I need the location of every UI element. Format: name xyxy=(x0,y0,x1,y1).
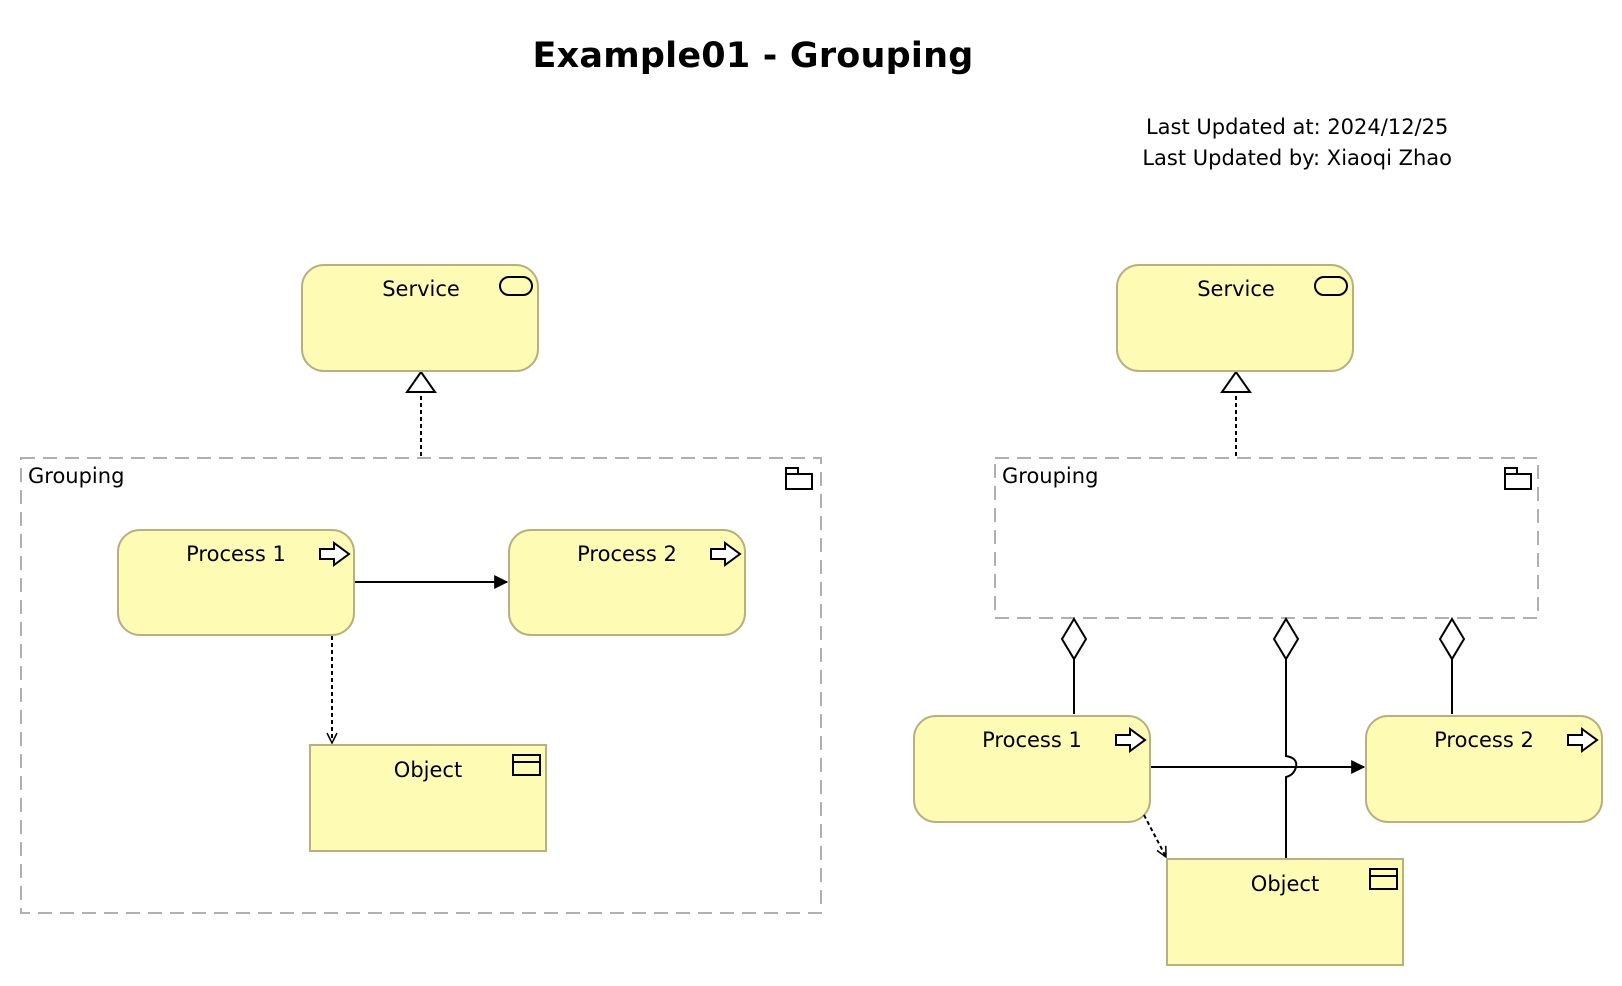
right-process2-label: Process 2 xyxy=(1434,728,1534,752)
right-aggregation-process1[interactable] xyxy=(1060,617,1088,714)
right-grouping[interactable]: Grouping xyxy=(994,457,1539,619)
left-grouping-label: Grouping xyxy=(28,464,124,488)
left-service-node[interactable]: Service xyxy=(301,264,539,372)
right-process1-node[interactable]: Process 1 xyxy=(913,715,1151,823)
right-access-relation[interactable] xyxy=(1143,814,1167,857)
right-process2-node[interactable]: Process 2 xyxy=(1365,715,1603,823)
left-process1-node[interactable]: Process 1 xyxy=(117,529,355,636)
left-object-node[interactable]: Object xyxy=(309,744,547,852)
right-grouping-label: Grouping xyxy=(1002,464,1098,488)
right-realization-relation[interactable] xyxy=(1220,370,1252,456)
diagram-canvas: Grouping Service Process 1 Process 2 Obj… xyxy=(20,264,1603,966)
right-aggregation-object[interactable] xyxy=(1272,617,1300,858)
folder-icon xyxy=(785,467,813,490)
right-process1-label: Process 1 xyxy=(982,728,1082,752)
right-object-label: Object xyxy=(1251,872,1319,896)
right-service-node[interactable]: Service xyxy=(1116,264,1354,372)
left-process1-label: Process 1 xyxy=(186,542,286,566)
left-realization-relation[interactable] xyxy=(405,370,437,456)
folder-icon xyxy=(1504,467,1532,490)
right-aggregation-process2[interactable] xyxy=(1438,617,1466,714)
right-service-label: Service xyxy=(1197,277,1275,301)
right-object-node[interactable]: Object xyxy=(1166,858,1404,966)
right-diagram: Grouping Service Process 1 Process 2 Obj… xyxy=(913,264,1603,966)
left-service-label: Service xyxy=(382,277,460,301)
left-process2-label: Process 2 xyxy=(577,542,677,566)
left-process2-node[interactable]: Process 2 xyxy=(508,529,746,636)
left-diagram: Grouping Service Process 1 Process 2 Obj… xyxy=(20,264,822,914)
left-object-label: Object xyxy=(394,758,462,782)
